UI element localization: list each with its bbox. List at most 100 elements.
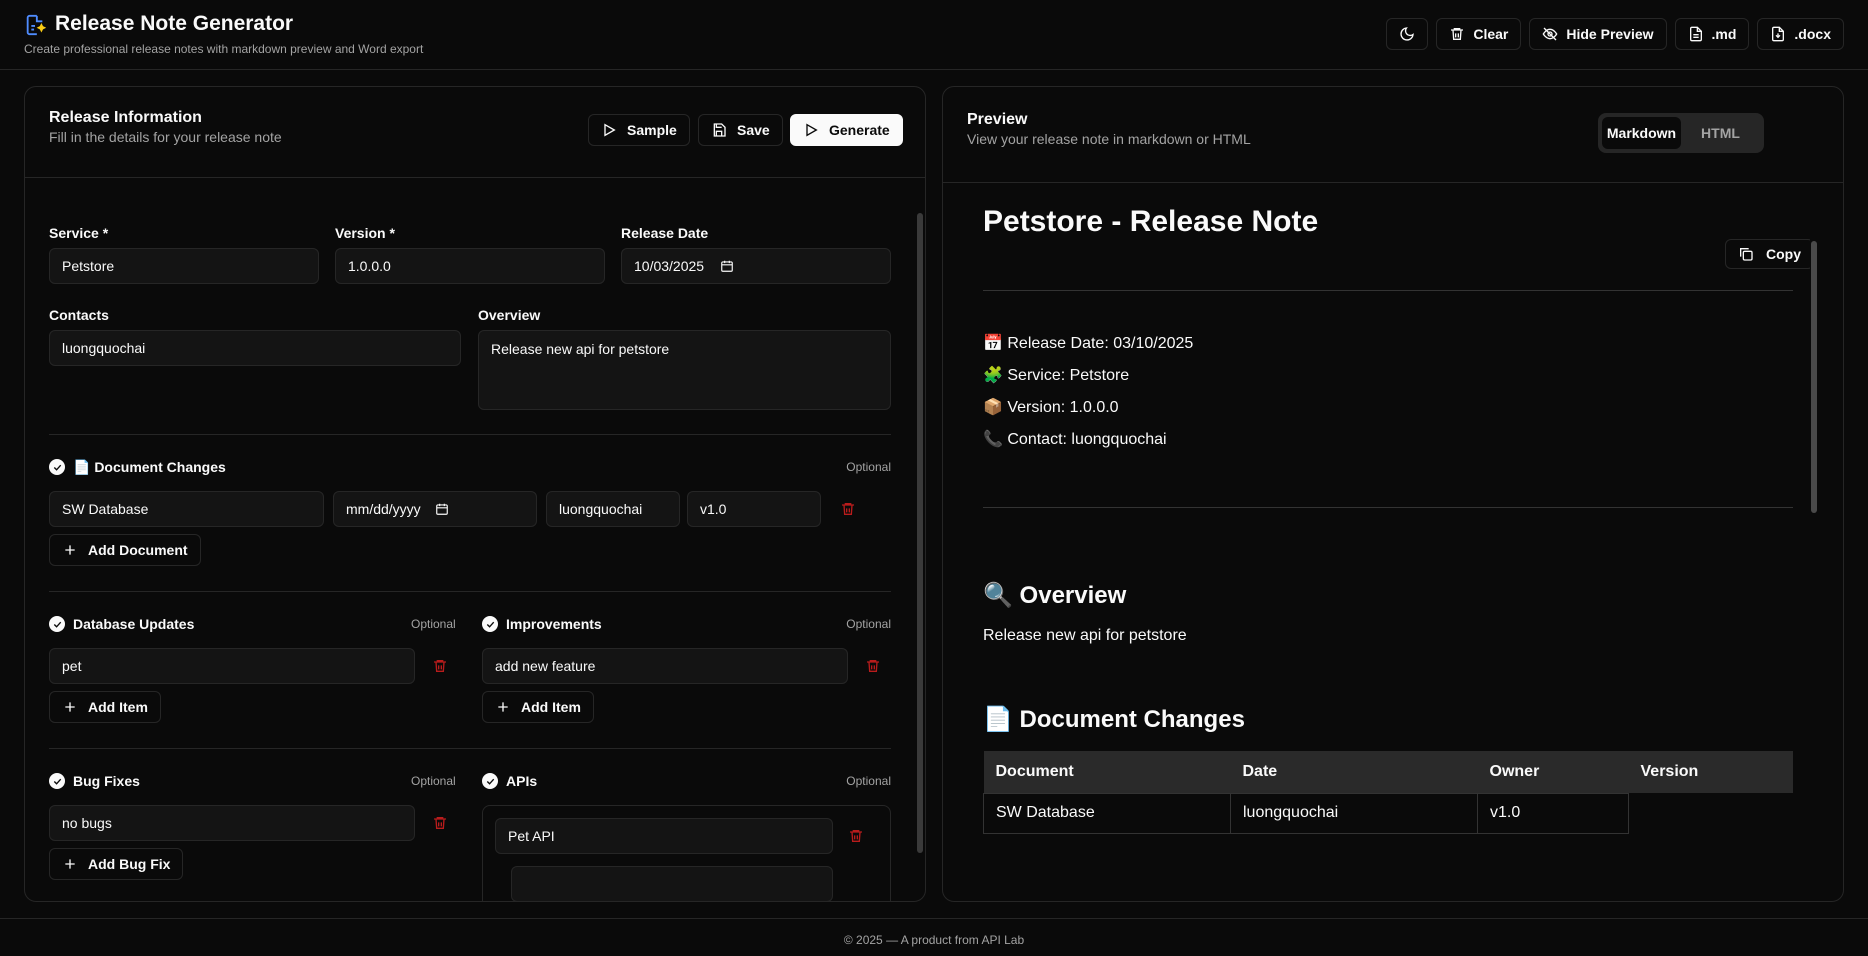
delete-document-icon[interactable] (840, 501, 856, 517)
app-footer: © 2025 — A product from API Lab (0, 918, 1868, 956)
plus-icon (65, 545, 75, 555)
section-divider (49, 434, 891, 435)
preview-scrollbar-thumb[interactable] (1811, 241, 1817, 513)
export-docx-label: .docx (1794, 26, 1831, 42)
meta-service: 🧩 Service: Petstore (983, 367, 1130, 384)
add-document-label: Add Document (88, 542, 188, 558)
version-input[interactable]: 1.0.0.0 (335, 248, 605, 284)
overview-label: Overview (478, 307, 541, 323)
save-icon (713, 123, 726, 137)
header-toolbar: Clear Hide Preview .md .docx (1386, 18, 1844, 50)
export-md-button[interactable]: .md (1674, 18, 1750, 50)
add-database-item-label: Add Item (88, 699, 148, 715)
contacts-input[interactable]: luongquochai (49, 330, 461, 366)
release-info-panel: Release Information Fill in the details … (24, 86, 926, 902)
theme-toggle-button[interactable] (1386, 18, 1429, 50)
save-button[interactable]: Save (698, 114, 783, 146)
service-input[interactable]: Petstore (49, 248, 319, 284)
tab-markdown[interactable]: Markdown (1602, 117, 1681, 149)
form-scrollbar-thumb[interactable] (917, 213, 923, 853)
bug-fixes-check-icon[interactable] (49, 773, 65, 789)
app-subtitle: Create professional release notes with m… (24, 42, 424, 56)
section-divider (49, 748, 891, 749)
apis-check-icon[interactable] (482, 773, 498, 789)
table-header: Document (983, 751, 1231, 793)
doc-title-rule (983, 290, 1793, 291)
preview-scrollbar[interactable] (1810, 231, 1818, 851)
bug-fixes-title: Bug Fixes (73, 773, 140, 789)
save-label: Save (737, 122, 770, 138)
calendar-icon[interactable] (720, 259, 734, 273)
contacts-label: Contacts (49, 307, 109, 323)
overview-textarea[interactable]: Release new api for petstore (478, 330, 891, 410)
add-improvement-button[interactable]: Add Item (482, 691, 594, 723)
service-label: Service * (49, 225, 109, 241)
tab-html[interactable]: HTML (1681, 117, 1760, 149)
document-owner-input[interactable]: luongquochai (546, 491, 680, 527)
table-header: Owner (1477, 751, 1629, 793)
api-endpoint-input[interactable] (511, 866, 833, 901)
app-title: Release Note Generator (55, 12, 294, 35)
preview-tabs: Markdown HTML (1598, 113, 1764, 153)
improvements-optional: Optional (846, 617, 891, 631)
document-date-input[interactable]: mm/dd/yyyy (333, 491, 537, 527)
delete-bug-fix-icon[interactable] (432, 815, 448, 831)
sample-button[interactable]: Sample (588, 114, 690, 146)
delete-api-icon[interactable] (848, 828, 864, 844)
clear-button[interactable]: Clear (1436, 18, 1522, 50)
table-header: Version (1628, 751, 1793, 793)
export-docx-button[interactable]: .docx (1757, 18, 1844, 50)
add-document-button[interactable]: Add Document (49, 534, 201, 566)
copy-icon (1740, 248, 1753, 261)
document-sparkle-icon (26, 14, 46, 36)
version-label: Version * (335, 225, 395, 241)
form-header-divider (25, 177, 925, 178)
api-card: Pet API (482, 805, 891, 901)
play-icon (806, 123, 818, 137)
generate-label: Generate (829, 122, 890, 138)
meta-version: 📦 Version: 1.0.0.0 (983, 399, 1119, 416)
generate-button[interactable]: Generate (790, 114, 903, 146)
plus-icon (498, 702, 508, 712)
hide-preview-button[interactable]: Hide Preview (1529, 18, 1667, 50)
moon-icon (1400, 27, 1415, 41)
bug-fix-input[interactable]: no bugs (49, 805, 415, 841)
eye-off-icon (1542, 27, 1558, 41)
add-database-item-button[interactable]: Add Item (49, 691, 161, 723)
trash-icon (1451, 28, 1464, 40)
plus-icon (65, 859, 75, 869)
copy-label: Copy (1766, 246, 1801, 262)
release-date-label: Release Date (621, 225, 709, 241)
copy-button[interactable]: Copy (1725, 239, 1814, 269)
document-changes-check-icon[interactable] (49, 459, 65, 475)
delete-database-item-icon[interactable] (432, 658, 448, 674)
play-icon (604, 123, 616, 137)
improvements-check-icon[interactable] (482, 616, 498, 632)
table-cell (1629, 793, 1793, 833)
file-download-icon (1772, 26, 1785, 42)
add-bug-fix-button[interactable]: Add Bug Fix (49, 848, 184, 880)
export-md-label: .md (1711, 26, 1737, 42)
add-bug-fix-label: Add Bug Fix (88, 856, 171, 872)
calendar-icon[interactable] (435, 502, 449, 516)
document-name-input[interactable]: SW Database (49, 491, 324, 527)
delete-improvement-icon[interactable] (865, 658, 881, 674)
release-date-value: 10/03/2025 (634, 258, 705, 274)
plus-icon (65, 702, 75, 712)
release-date-input[interactable]: 10/03/2025 (621, 248, 891, 284)
improvement-input[interactable]: add new feature (482, 648, 848, 684)
add-improvement-label: Add Item (521, 699, 581, 715)
table-header-row: Document Date Owner Version (983, 751, 1793, 793)
form-subtitle: Fill in the details for your release not… (49, 129, 282, 145)
preview-title: Preview (967, 111, 1028, 128)
meta-release-date: 📅 Release Date: 03/10/2025 (983, 335, 1194, 352)
api-name-input[interactable]: Pet API (495, 818, 833, 854)
overview-heading: 🔍 Overview (983, 582, 1127, 609)
document-version-input[interactable]: v1.0 (687, 491, 821, 527)
table-header: Date (1230, 751, 1478, 793)
preview-header-divider (943, 182, 1843, 183)
database-update-input[interactable]: pet (49, 648, 415, 684)
database-updates-check-icon[interactable] (49, 616, 65, 632)
form-scrollbar[interactable] (916, 203, 924, 875)
apis-title: APIs (506, 773, 538, 789)
